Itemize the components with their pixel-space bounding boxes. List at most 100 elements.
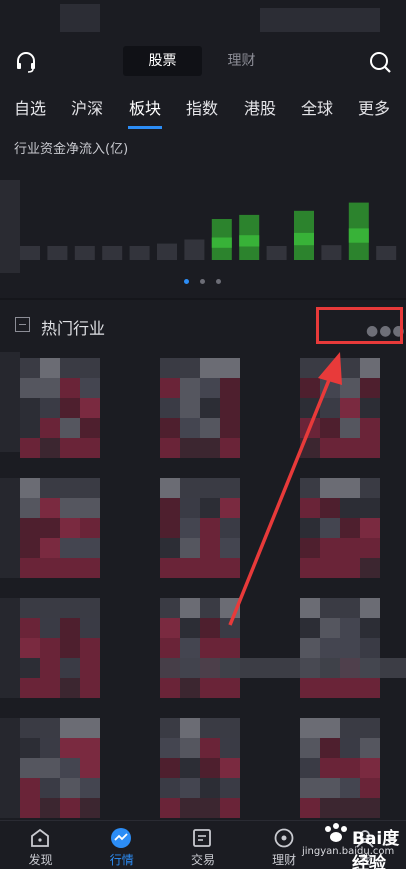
pager-dot[interactable]: [216, 279, 221, 284]
pixel-cell: [200, 418, 220, 438]
industry-card[interactable]: [300, 478, 380, 578]
industry-card[interactable]: [160, 478, 240, 578]
pixel-cell: [200, 738, 220, 758]
pixel-cell: [40, 558, 60, 578]
industry-card[interactable]: [20, 718, 100, 818]
pixel-cell: [160, 478, 180, 498]
pixel-cell: [60, 498, 80, 518]
fund-flow-bar-highlight: [348, 228, 369, 243]
hot-industry-grid[interactable]: [0, 352, 406, 820]
pixel-cell: [220, 418, 240, 438]
pixel-cell: [160, 638, 180, 658]
pixel-cell: [160, 538, 180, 558]
pixel-cell: [20, 678, 40, 698]
collapse-icon[interactable]: [15, 317, 30, 332]
pixel-cell: [80, 618, 100, 638]
pixel-cell: [220, 438, 240, 458]
pixel-cell: [20, 418, 40, 438]
segment-stocks[interactable]: 股票: [123, 46, 202, 76]
pixel-cell: [60, 618, 80, 638]
pixel-cell: [40, 638, 60, 658]
pixel-cell: [360, 678, 380, 698]
pixel-cell: [200, 758, 220, 778]
pixel-cell: [200, 778, 220, 798]
headset-icon[interactable]: [14, 50, 38, 74]
pixel-cell: [40, 538, 60, 558]
fund-flow-bar-highlight: [239, 235, 260, 247]
segment-wealth[interactable]: 理财: [202, 46, 281, 76]
pixel-cell: [360, 378, 380, 398]
pixel-cell: [20, 718, 40, 738]
pixel-cell: [20, 738, 40, 758]
pixel-cell: [340, 518, 360, 538]
pixel-cell: [220, 778, 240, 798]
nav-trade[interactable]: 交易: [162, 821, 243, 869]
nav-market[interactable]: 行情: [81, 821, 162, 869]
pixel-cell: [160, 358, 180, 378]
carousel-pager[interactable]: [182, 279, 222, 287]
pixel-cell: [160, 618, 180, 638]
tab-hong-kong[interactable]: 港股: [242, 90, 278, 128]
pixel-cell: [40, 718, 60, 738]
tab-global[interactable]: 全球: [299, 90, 335, 128]
tab-indices[interactable]: 指数: [184, 90, 220, 128]
pixel-cell: [360, 398, 380, 418]
pixel-cell: [320, 358, 340, 378]
tab-more[interactable]: 更多: [356, 90, 392, 128]
pixel-cell: [160, 418, 180, 438]
pager-dot[interactable]: [184, 279, 189, 284]
industry-card[interactable]: [160, 718, 240, 818]
pixel-cell: [340, 678, 360, 698]
pixel-cell: [40, 758, 60, 778]
pixel-cell: [80, 478, 100, 498]
hot-industry-title: 热门行业: [41, 319, 106, 338]
pixel-cell: [180, 638, 200, 658]
trade-icon: [193, 829, 212, 847]
pixel-cell: [360, 418, 380, 438]
pixel-cell: [160, 798, 180, 818]
pager-dot[interactable]: [200, 279, 205, 284]
pixel-cell: [360, 718, 380, 738]
pixel-cell: [160, 678, 180, 698]
pixel-cell: [160, 378, 180, 398]
fund-flow-chart[interactable]: [0, 158, 406, 273]
tab-watchlist[interactable]: 自选: [12, 90, 48, 128]
nav-discover[interactable]: 发现: [0, 821, 81, 869]
pixel-cell: [220, 398, 240, 418]
pixel-cell: [20, 658, 40, 678]
tab-shanghai-shenzhen[interactable]: 沪深: [69, 90, 105, 128]
industry-card[interactable]: [20, 598, 100, 698]
pixel-cell: [340, 798, 360, 818]
pixel-cell: [40, 518, 60, 538]
pixel-cell: [200, 358, 220, 378]
industry-card[interactable]: [300, 718, 380, 818]
pixel-cell: [340, 618, 360, 638]
pixel-cell: [200, 538, 220, 558]
industry-card[interactable]: [300, 598, 380, 698]
pixel-cell: [360, 778, 380, 798]
pixel-cell: [80, 358, 100, 378]
pixel-cell: [80, 598, 100, 618]
blurred-strip: [0, 352, 20, 452]
industry-card[interactable]: [160, 598, 240, 698]
fund-flow-bar: [102, 246, 123, 260]
tab-sectors[interactable]: 板块: [127, 90, 163, 128]
pixel-cell: [60, 778, 80, 798]
pixel-cell: [340, 538, 360, 558]
pixel-cell: [220, 798, 240, 818]
industry-card[interactable]: [20, 478, 100, 578]
search-icon[interactable]: [368, 50, 392, 74]
pixel-cell: [340, 758, 360, 778]
pixel-cell: [160, 738, 180, 758]
nav-label: 行情: [109, 853, 134, 867]
pixel-cell: [300, 738, 320, 758]
pixel-cell: [300, 418, 320, 438]
pixel-cell: [20, 778, 40, 798]
industry-card[interactable]: [300, 358, 380, 458]
pixel-cell: [340, 378, 360, 398]
industry-card[interactable]: [20, 358, 100, 458]
fund-flow-bar-highlight: [211, 237, 232, 248]
industry-card[interactable]: [160, 358, 240, 458]
pixel-cell: [80, 418, 100, 438]
pixel-cell: [320, 538, 340, 558]
